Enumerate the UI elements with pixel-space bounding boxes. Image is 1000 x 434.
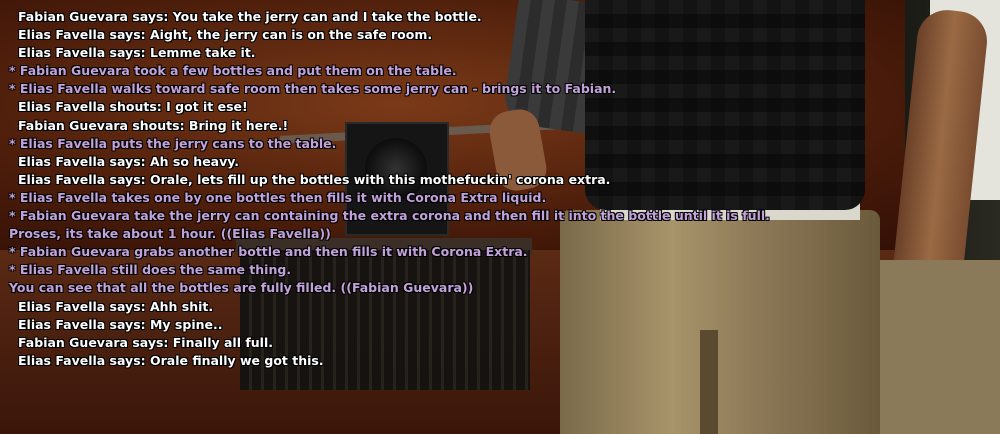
chat-message: Elias Favella says: Ahh shit. [18,298,214,314]
chat-message: Elias Favella says: Aight, the jerry can… [18,27,433,43]
chat-message: Fabian Guevara shouts: Bring it here.! [18,117,289,133]
chat-action-message: * Elias Favella takes one by one bottles… [9,189,547,205]
chat-message: Elias Favella says: Orale, lets fill up … [18,171,611,187]
chat-message: Elias Favella says: Ah so heavy. [18,153,240,169]
chat-action-message: You can see that all the bottles are ful… [9,280,474,296]
chat-action-message: * Elias Favella walks toward safe room t… [9,81,617,97]
chat-message: Elias Favella says: My spine.. [18,316,223,332]
chat-message: Elias Favella says: Orale finally we got… [18,352,324,368]
chat-message: Fabian Guevara says: Finally all full. [18,334,273,350]
chat-action-message: * Elias Favella puts the jerry cans to t… [9,135,337,151]
chat-message: Elias Favella shouts: I got it ese! [18,99,248,115]
chat-action-message: Proses, its take about 1 hour. ((Elias F… [9,226,331,242]
chat-message: Elias Favella says: Lemme take it. [18,45,256,61]
chat-action-message: * Fabian Guevara grabs another bottle an… [9,244,528,260]
chat-log: Fabian Guevara says: You take the jerry … [0,8,1000,370]
chat-action-message: * Elias Favella still does the same thin… [9,262,292,278]
chat-action-message: * Fabian Guevara take the jerry can cont… [9,208,770,224]
chat-action-message: * Fabian Guevara took a few bottles and … [9,63,457,79]
chat-message: Fabian Guevara says: You take the jerry … [18,9,482,24]
